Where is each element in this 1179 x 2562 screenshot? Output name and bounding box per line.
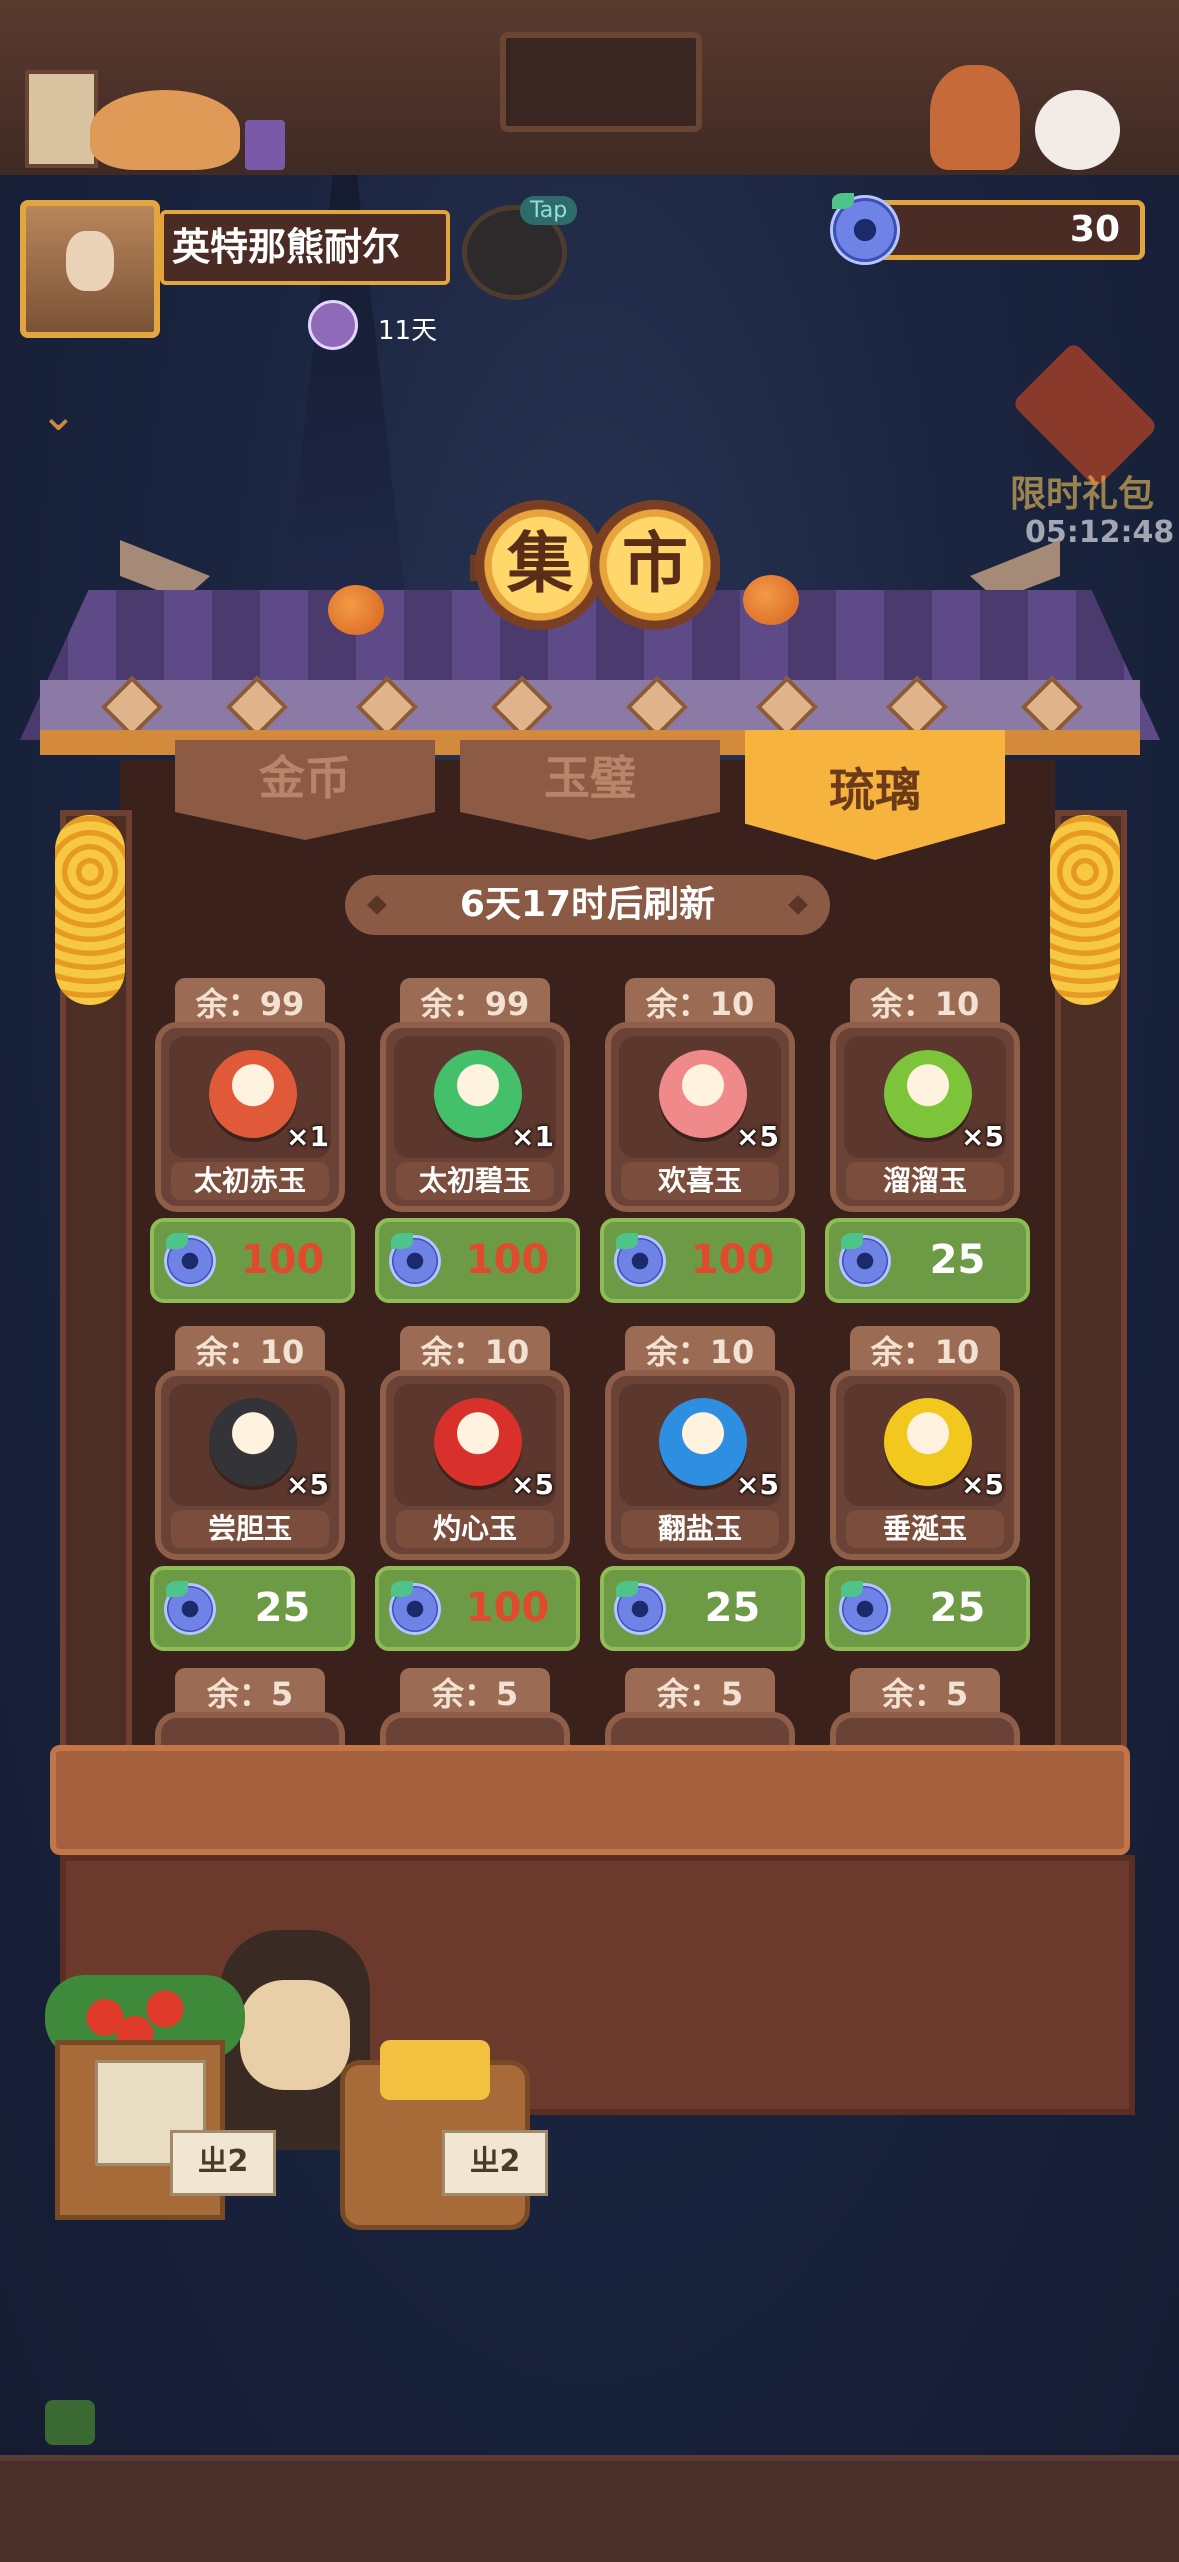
persimmon-decoration [743, 575, 799, 625]
jade-stone-red-icon [209, 1050, 297, 1138]
item-price: 25 [929, 1585, 986, 1631]
item-price: 100 [240, 1237, 325, 1283]
jade-coin-icon [389, 1581, 441, 1635]
item-name: 太初碧玉 [396, 1162, 554, 1200]
item-quantity: ×5 [961, 1468, 1004, 1501]
buy-button[interactable]: 25 [825, 1218, 1030, 1303]
jade-coin-icon [830, 193, 900, 265]
market-sign-char: 市 [590, 500, 720, 630]
jade-coin-icon [614, 1233, 666, 1287]
jade-coin-icon [164, 1233, 216, 1287]
persimmon-decoration [328, 585, 384, 635]
jade-coin-icon [389, 1233, 441, 1287]
item-price: 100 [465, 1237, 550, 1283]
price-tag: ㄓ2 [170, 2130, 276, 2196]
chevron-down-icon[interactable]: ⌄ [40, 390, 110, 441]
player-avatar[interactable] [20, 200, 160, 338]
girl-decoration [930, 65, 1020, 170]
item-card[interactable]: ×5 垂涎玉 [830, 1370, 1020, 1560]
gift-title: 限时礼包 [1010, 474, 1155, 515]
buy-button[interactable]: 100 [375, 1566, 580, 1651]
login-days: 11天 [378, 316, 438, 346]
corn-decoration [55, 815, 125, 1005]
jade-yellow-icon [884, 1398, 972, 1486]
item-quantity: ×1 [511, 1120, 554, 1153]
cup-decoration [245, 120, 285, 170]
item-name: 太初赤玉 [171, 1162, 329, 1200]
butter-icon [380, 2040, 490, 2100]
buy-button[interactable]: 25 [150, 1566, 355, 1651]
item-card[interactable]: ×5 尝胆玉 [155, 1370, 345, 1560]
stall-counter-top [50, 1745, 1130, 1855]
jade-red-icon [434, 1398, 522, 1486]
jade-coin-icon [614, 1581, 666, 1635]
jade-coin-icon [164, 1581, 216, 1635]
jade-currency-amount: 30 [870, 200, 1145, 260]
portrait-frame-decoration [500, 32, 702, 132]
item-quantity: ×5 [961, 1120, 1004, 1153]
jade-stone-green-icon [434, 1050, 522, 1138]
roof-band [40, 680, 1140, 730]
item-name: 垂涎玉 [846, 1510, 1004, 1548]
item-price: 100 [690, 1237, 775, 1283]
jade-blue-icon [659, 1398, 747, 1486]
item-name: 尝胆玉 [171, 1510, 329, 1548]
market-sign-char: 集 [475, 500, 605, 630]
scroll-decoration [25, 70, 98, 168]
jade-green-icon [884, 1050, 972, 1138]
item-quantity: ×5 [736, 1120, 779, 1153]
item-name: 溜溜玉 [846, 1162, 1004, 1200]
item-quantity: ×5 [511, 1468, 554, 1501]
price-tag: ㄓ2 [442, 2130, 548, 2196]
item-card[interactable]: ×5 欢喜玉 [605, 1022, 795, 1212]
item-price: 100 [465, 1585, 550, 1631]
cat-decoration [90, 90, 240, 170]
tap-label: Tap [520, 196, 578, 225]
buy-button[interactable]: 100 [375, 1218, 580, 1303]
buy-button[interactable]: 100 [600, 1218, 805, 1303]
player-name: 英特那熊耐尔 [160, 210, 450, 285]
item-price: 25 [704, 1585, 761, 1631]
jade-coin-icon [839, 1233, 891, 1287]
refresh-timer: 6天17时后刷新 [345, 875, 830, 935]
chat-button[interactable] [45, 2400, 95, 2445]
jade-coin-icon [839, 1581, 891, 1635]
shopkeeper-face [240, 1980, 350, 2090]
jade-pink-icon [659, 1050, 747, 1138]
jade-black-icon [209, 1398, 297, 1486]
item-quantity: ×1 [286, 1120, 329, 1153]
item-price: 25 [254, 1585, 311, 1631]
avatar-face [66, 231, 114, 291]
item-quantity: ×5 [736, 1468, 779, 1501]
buy-button[interactable]: 100 [150, 1218, 355, 1303]
streak-badge-icon [308, 300, 358, 350]
item-price: 25 [929, 1237, 986, 1283]
item-card[interactable]: ×1 太初碧玉 [380, 1022, 570, 1212]
white-cat-decoration [1035, 90, 1120, 170]
item-card[interactable]: ×1 太初赤玉 [155, 1022, 345, 1212]
item-card[interactable]: ×5 溜溜玉 [830, 1022, 1020, 1212]
gift-timer: 05:12:48 [1025, 515, 1175, 550]
item-card[interactable]: ×5 灼心玉 [380, 1370, 570, 1560]
bottom-bar [0, 2455, 1179, 2562]
buy-button[interactable]: 25 [825, 1566, 1030, 1651]
item-name: 灼心玉 [396, 1510, 554, 1548]
item-name: 翻盐玉 [621, 1510, 779, 1548]
item-card[interactable]: ×5 翻盐玉 [605, 1370, 795, 1560]
item-quantity: ×5 [286, 1468, 329, 1501]
buy-button[interactable]: 25 [600, 1566, 805, 1651]
item-name: 欢喜玉 [621, 1162, 779, 1200]
corn-decoration [1050, 815, 1120, 1005]
